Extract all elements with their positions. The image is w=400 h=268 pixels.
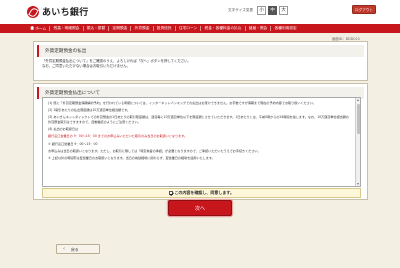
scroll-thumb[interactable]	[356, 104, 360, 134]
header: あいち銀行 文字サイズ変更 小 中 大 ログアウト	[0, 0, 400, 24]
font-size-label: 文字サイズ変更	[228, 8, 254, 12]
bank-logo-icon	[27, 5, 39, 18]
nav-tax-payment[interactable]: 税金・各種料金の払込	[201, 26, 246, 31]
terms-paragraph: (2) 1取引あたりの払出限度額は10万通貨単位相当額です。	[48, 108, 131, 113]
nav-time-deposit[interactable]: 定期預金	[109, 26, 132, 31]
terms-scrollbox[interactable]: (1) 既に「外貨定期預金満期解約予約」を行われている明細については、インターネ…	[42, 97, 361, 187]
instruction-text: 「外貨定期預金払出について」をご確認のうえ、よろしければ「次へ」ボタンを押してく…	[34, 57, 367, 71]
nav-transfer[interactable]: 振込・振替	[84, 26, 110, 31]
terms-paragraph: お申込みは当日の取扱いとなります。ただし、お取引に際しては「特定為替の承認」が必…	[48, 148, 261, 153]
nav-balance[interactable]: 残高・明細照会	[50, 26, 84, 31]
scroll-down-icon[interactable]	[357, 183, 359, 185]
next-button[interactable]: 次へ	[168, 200, 232, 216]
nav-notifications[interactable]: 諸届・照会	[246, 26, 272, 31]
bank-name: あいち銀行	[42, 8, 89, 18]
terms-paragraph: (1) 既に「外貨定期預金満期解約予約」を行われている明細については、インターネ…	[48, 101, 316, 105]
font-size-switcher: 文字サイズ変更 小 中 大	[228, 6, 289, 15]
back-button[interactable]: 戻る	[56, 244, 100, 254]
logout-button[interactable]: ログアウト	[352, 5, 376, 14]
terms-scrollbar[interactable]	[355, 98, 360, 186]
terms-paragraph: (3) あいぎんネットダイレクトでの外貨預金の1日あたりの取引限度額は、通貨毎に…	[48, 115, 349, 124]
nav-foreign-deposit[interactable]: 外貨預金	[131, 26, 154, 31]
font-size-large-button[interactable]: 大	[279, 6, 289, 15]
bank-logo[interactable]: あいち銀行	[27, 5, 89, 18]
scroll-up-icon[interactable]	[357, 99, 359, 101]
nav-investment-trust[interactable]: 投資信託	[154, 26, 176, 31]
nav-home-label: ホーム	[35, 26, 47, 31]
font-size-small-button[interactable]: 小	[257, 6, 267, 15]
instruction-line: なお、ご同意いただけない場合はお取引いただけません。	[42, 64, 131, 68]
terms-paragraph: ① 銀行窓口営業日 9：00〜15：00	[48, 141, 98, 146]
terms-paragraph: ② 上記以外の時間帯は翌営業日のお取扱いとなります。当日の為替相場に関わらず、翌…	[48, 155, 215, 160]
font-size-medium-button[interactable]: 中	[268, 6, 278, 15]
nav-home[interactable]: ホーム	[27, 25, 51, 32]
terms-content: (1) 既に「外貨定期預金満期解約予約」を行われている明細については、インターネ…	[43, 98, 360, 166]
nav-housing-loan[interactable]: 住宅ローン	[176, 26, 202, 31]
agree-checkbox[interactable]	[168, 191, 173, 195]
agree-checkbox-row[interactable]: この内容を確認し、同意します。	[42, 188, 361, 198]
terms-paragraph-highlight: 銀行窓口営業日の 9：00〜15：00 までのお申込みいただいた取引のみ当日のお…	[48, 134, 188, 139]
section-title-withdrawal: 外貨定期預金の払出	[37, 45, 364, 57]
terms-panel: 外貨定期預金払出について (1) 既に「外貨定期預金満期解約予約」を行われている…	[33, 83, 368, 200]
main-nav: ホーム 残高・明細照会 振込・振替 定期預金 外貨預金 投資信託 住宅ローン 税…	[0, 24, 400, 33]
agree-label: この内容を確認し、同意します。	[174, 190, 235, 195]
nav-settings[interactable]: 各種利用設定	[271, 26, 300, 31]
home-icon	[30, 25, 35, 30]
instruction-panel: 外貨定期預金の払出 「外貨定期預金払出について」をご確認のうえ、よろしければ「次…	[33, 41, 368, 81]
terms-paragraph: (4) 払出のお取扱日は	[48, 127, 79, 132]
